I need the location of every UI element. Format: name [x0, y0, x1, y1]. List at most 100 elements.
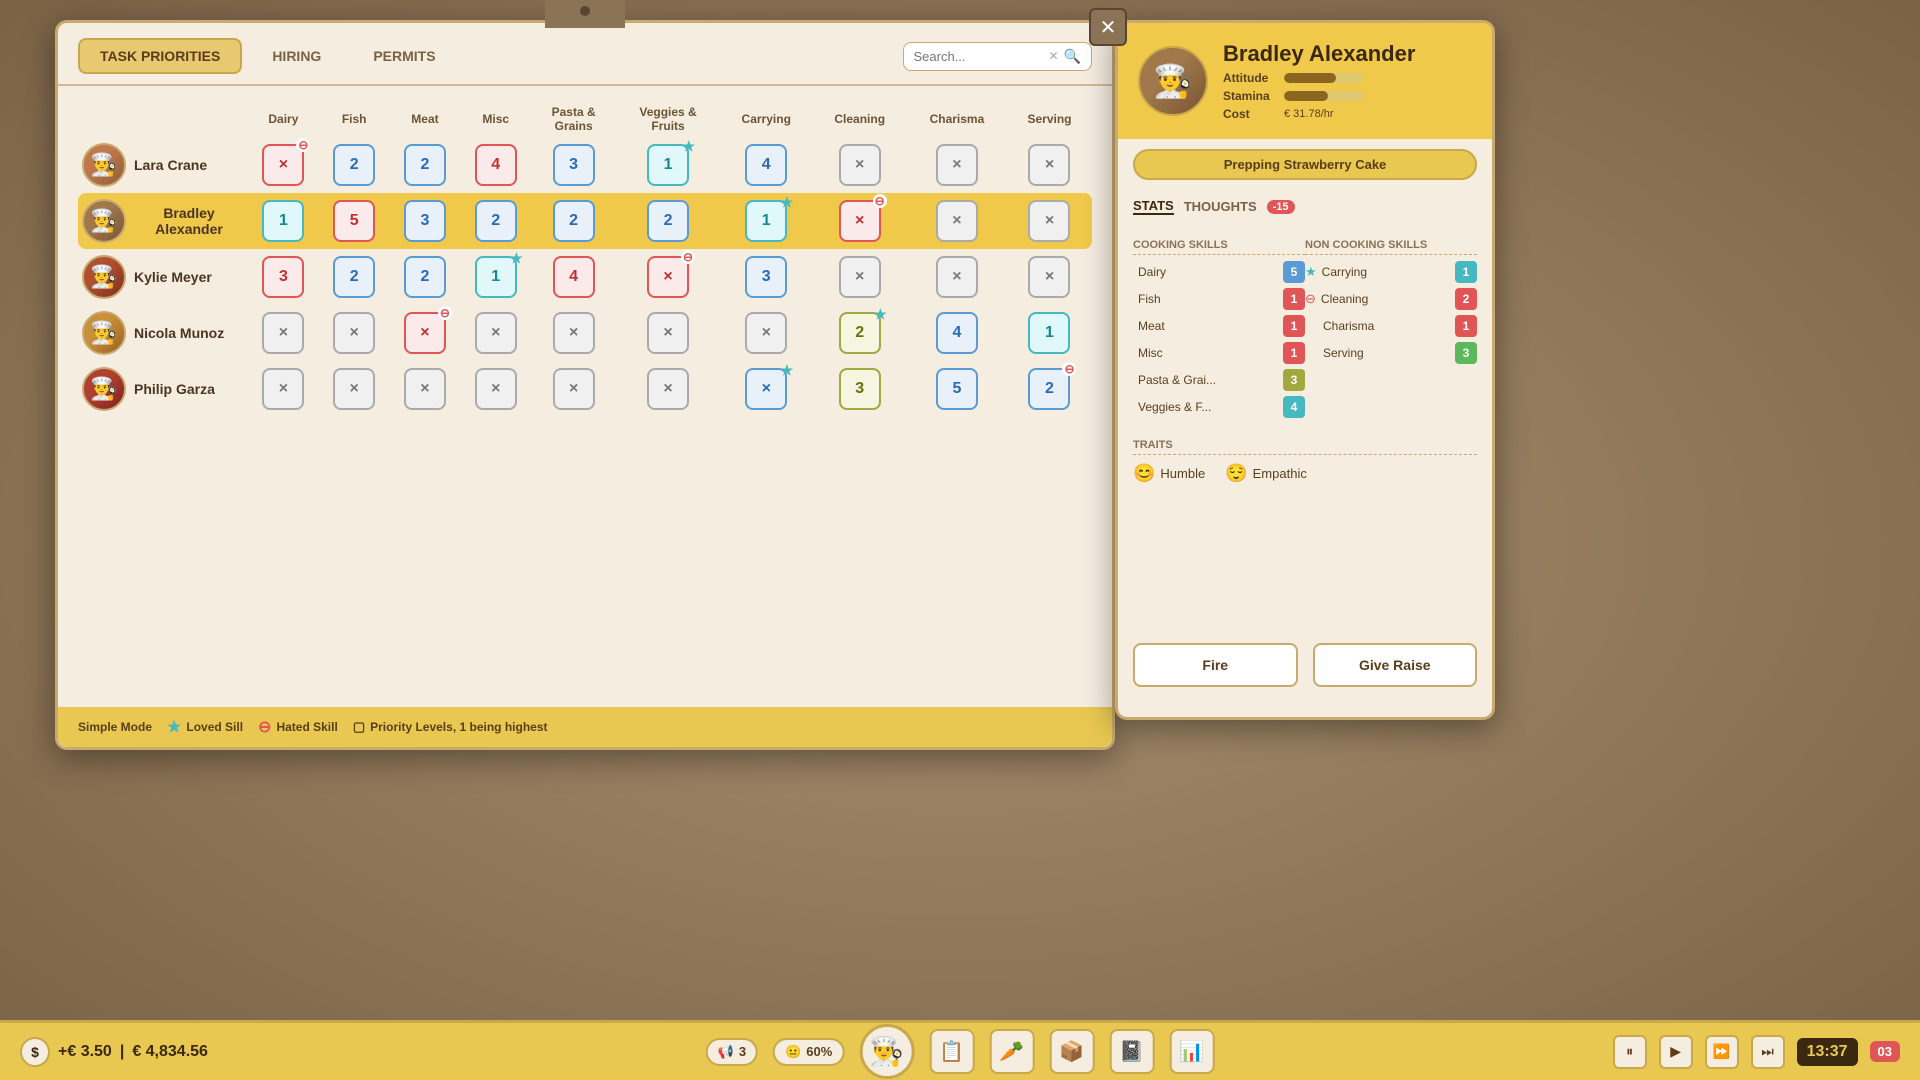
skill-cell-veggies_fruits[interactable]: × ⊖ [616, 249, 720, 305]
fire-button[interactable]: Fire [1133, 643, 1298, 687]
skill-cell-fish[interactable]: × [319, 361, 390, 417]
faster-button[interactable]: ⏭ [1751, 1035, 1785, 1069]
skill-cell-carrying[interactable]: × [720, 305, 813, 361]
skill-cell-dairy[interactable]: × ⊖ [248, 137, 319, 193]
skill-cell-fish[interactable]: 2 [319, 137, 390, 193]
skill-cell-cleaning[interactable]: × [813, 137, 907, 193]
skill-value-serving[interactable]: 2 ⊖ [1028, 368, 1070, 410]
skill-value-pasta_grains[interactable]: 3 [553, 144, 595, 186]
storage-icon[interactable]: 📦 [1049, 1029, 1094, 1074]
tab-permits[interactable]: PERMITS [351, 38, 457, 74]
skill-value-misc[interactable]: × [475, 312, 517, 354]
skill-cell-serving[interactable]: 2 ⊖ [1007, 361, 1092, 417]
skill-cell-misc[interactable]: 2 [460, 193, 531, 249]
skill-value-cleaning[interactable]: × ⊖ [839, 200, 881, 242]
skill-value-fish[interactable]: × [333, 368, 375, 410]
clear-search-icon[interactable]: ✕ [1049, 49, 1059, 63]
skill-value-cleaning[interactable]: 2 ★ [839, 312, 881, 354]
skill-cell-cleaning[interactable]: 3 [813, 361, 907, 417]
skill-cell-charisma[interactable]: × [907, 193, 1007, 249]
skill-value-veggies_fruits[interactable]: 2 [647, 200, 689, 242]
notification-badge[interactable]: 📢 3 [706, 1038, 758, 1066]
skill-cell-veggies_fruits[interactable]: × [616, 361, 720, 417]
tab-task-priorities[interactable]: TASK PRIORITIES [78, 38, 242, 74]
employee-row-kylie-meyer[interactable]: 👨‍🍳 Kylie Meyer 3 2 2 [78, 249, 1092, 305]
skill-value-pasta_grains[interactable]: 2 [553, 200, 595, 242]
skill-value-veggies_fruits[interactable]: 1 ★ [647, 144, 689, 186]
skill-value-dairy[interactable]: 1 [262, 200, 304, 242]
skill-value-cleaning[interactable]: × [839, 144, 881, 186]
skill-value-dairy[interactable]: × [262, 312, 304, 354]
skill-value-pasta_grains[interactable]: × [553, 368, 595, 410]
skill-value-carrying[interactable]: × [745, 312, 787, 354]
skill-cell-misc[interactable]: × [460, 305, 531, 361]
give-raise-button[interactable]: Give Raise [1313, 643, 1478, 687]
skill-value-veggies_fruits[interactable]: × [647, 368, 689, 410]
skill-value-pasta_grains[interactable]: 4 [553, 256, 595, 298]
skill-value-charisma[interactable]: × [936, 144, 978, 186]
skill-cell-serving[interactable]: 1 [1007, 305, 1092, 361]
mood-badge[interactable]: 😐 60% [773, 1038, 844, 1066]
skill-value-carrying[interactable]: 3 [745, 256, 787, 298]
skill-cell-carrying[interactable]: 4 [720, 137, 813, 193]
skill-cell-cleaning[interactable]: 2 ★ [813, 305, 907, 361]
skill-value-misc[interactable]: 2 [475, 200, 517, 242]
skill-cell-carrying[interactable]: × ★ [720, 361, 813, 417]
skill-cell-misc[interactable]: 1 ★ [460, 249, 531, 305]
skill-cell-meat[interactable]: 2 [390, 249, 461, 305]
skill-cell-pasta_grains[interactable]: 4 [531, 249, 616, 305]
skill-cell-charisma[interactable]: × [907, 137, 1007, 193]
close-button[interactable]: ✕ [1089, 8, 1127, 46]
skill-value-dairy[interactable]: × [262, 368, 304, 410]
skill-value-meat[interactable]: × [404, 368, 446, 410]
skill-value-carrying[interactable]: × ★ [745, 368, 787, 410]
skill-value-charisma[interactable]: × [936, 200, 978, 242]
skill-cell-meat[interactable]: × [390, 361, 461, 417]
skill-value-serving[interactable]: × [1028, 256, 1070, 298]
skill-cell-veggies_fruits[interactable]: 1 ★ [616, 137, 720, 193]
staff-icon[interactable]: 📓 [1109, 1029, 1154, 1074]
skill-cell-charisma[interactable]: 4 [907, 305, 1007, 361]
skill-cell-dairy[interactable]: 3 [248, 249, 319, 305]
tab-thoughts[interactable]: THOUGHTS [1184, 199, 1257, 214]
skill-value-fish[interactable]: 2 [333, 144, 375, 186]
skill-cell-serving[interactable]: × [1007, 137, 1092, 193]
skill-cell-meat[interactable]: 3 [390, 193, 461, 249]
skill-value-serving[interactable]: × [1028, 144, 1070, 186]
skill-cell-fish[interactable]: 5 [319, 193, 390, 249]
skill-value-charisma[interactable]: × [936, 256, 978, 298]
skill-value-serving[interactable]: 1 [1028, 312, 1070, 354]
skill-value-veggies_fruits[interactable]: × [647, 312, 689, 354]
skill-cell-pasta_grains[interactable]: × [531, 361, 616, 417]
skill-cell-carrying[interactable]: 1 ★ [720, 193, 813, 249]
skill-value-serving[interactable]: × [1028, 200, 1070, 242]
skill-value-meat[interactable]: 2 [404, 256, 446, 298]
skill-cell-cleaning[interactable]: × ⊖ [813, 193, 907, 249]
skill-value-fish[interactable]: 2 [333, 256, 375, 298]
skill-value-dairy[interactable]: 3 [262, 256, 304, 298]
skill-cell-charisma[interactable]: 5 [907, 361, 1007, 417]
skill-value-fish[interactable]: 5 [333, 200, 375, 242]
skill-cell-dairy[interactable]: × [248, 305, 319, 361]
play-button[interactable]: ▶ [1659, 1035, 1693, 1069]
skill-cell-dairy[interactable]: × [248, 361, 319, 417]
finance-icon[interactable]: 📊 [1169, 1029, 1214, 1074]
skill-cell-pasta_grains[interactable]: 2 [531, 193, 616, 249]
skill-cell-meat[interactable]: 2 [390, 137, 461, 193]
skill-cell-carrying[interactable]: 3 [720, 249, 813, 305]
skill-cell-fish[interactable]: × [319, 305, 390, 361]
skill-value-charisma[interactable]: 4 [936, 312, 978, 354]
skill-cell-meat[interactable]: × ⊖ [390, 305, 461, 361]
skill-cell-pasta_grains[interactable]: × [531, 305, 616, 361]
skill-cell-dairy[interactable]: 1 [248, 193, 319, 249]
skill-cell-misc[interactable]: 4 [460, 137, 531, 193]
skill-value-dairy[interactable]: × ⊖ [262, 144, 304, 186]
orders-icon[interactable]: 🥕 [989, 1029, 1034, 1074]
skill-cell-fish[interactable]: 2 [319, 249, 390, 305]
skill-value-meat[interactable]: 2 [404, 144, 446, 186]
skill-cell-misc[interactable]: × [460, 361, 531, 417]
menu-icon[interactable]: 📋 [929, 1029, 974, 1074]
search-input[interactable] [914, 49, 1044, 64]
chef-home-icon[interactable]: 👨‍🍳 [859, 1024, 914, 1079]
skill-value-cleaning[interactable]: 3 [839, 368, 881, 410]
